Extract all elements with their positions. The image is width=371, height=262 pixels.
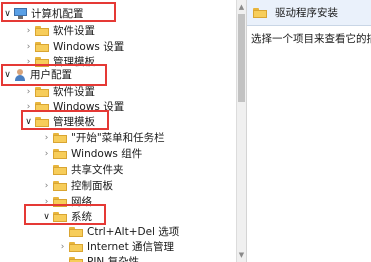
scroll-down-arrow-icon[interactable]: ▼	[237, 250, 246, 260]
folder-icon	[35, 41, 49, 52]
tree-node-label: Windows 设置	[53, 41, 125, 53]
chevron-right-icon[interactable]: ›	[24, 101, 33, 113]
user-icon	[14, 68, 26, 81]
folder-icon	[35, 101, 49, 112]
tree-node-label: "开始"菜单和任务栏	[71, 132, 165, 144]
tree-node-windows-components[interactable]: › Windows 组件	[42, 145, 143, 162]
chevron-right-icon[interactable]: ›	[42, 196, 51, 208]
tree-node-label: 管理模板	[53, 116, 95, 128]
computer-icon	[14, 8, 27, 19]
folder-icon	[53, 148, 67, 159]
tree-node-label: 共享文件夹	[71, 164, 124, 176]
tree-node-label: Internet 通信管理	[87, 241, 175, 253]
tree-pane[interactable]: ∨ 计算机配置 › 软件设置 › Windows 设置 › 管理模板 ∨ 用户配…	[0, 0, 236, 262]
details-pane: 驱动程序安装 选择一个项目来查看它的描述	[246, 0, 371, 262]
chevron-right-icon[interactable]: ›	[42, 132, 51, 144]
folder-icon	[253, 7, 267, 18]
folder-icon	[69, 256, 83, 262]
folder-icon	[69, 241, 83, 252]
folder-icon	[53, 164, 67, 175]
details-description: 选择一个项目来查看它的描述	[251, 33, 371, 45]
details-title: 驱动程序安装	[275, 7, 338, 19]
tree-node-label: 网络	[71, 196, 92, 208]
folder-icon	[35, 25, 49, 36]
tree-node-start-menu-taskbar[interactable]: › "开始"菜单和任务栏	[42, 129, 165, 146]
scroll-up-arrow-icon[interactable]: ▲	[237, 2, 246, 12]
folder-icon	[69, 226, 83, 237]
chevron-right-icon[interactable]: ›	[24, 86, 33, 98]
tree-node-user-config[interactable]: ∨ 用户配置	[3, 66, 72, 83]
folder-icon	[53, 180, 67, 191]
tree-scrollbar[interactable]: ▲ ▼	[236, 0, 246, 262]
folder-icon	[35, 86, 49, 97]
tree-node-label: 用户配置	[30, 69, 72, 81]
tree-node-label: 软件设置	[53, 86, 95, 98]
tree-node-control-panel[interactable]: › 控制面板	[42, 177, 113, 194]
chevron-right-icon[interactable]: ›	[24, 25, 33, 37]
chevron-right-icon[interactable]: ›	[42, 180, 51, 192]
tree-node-label: 控制面板	[71, 180, 113, 192]
chevron-right-icon[interactable]: ›	[58, 241, 67, 253]
folder-icon	[35, 116, 49, 127]
tree-node-computer-software-settings[interactable]: › 软件设置	[24, 22, 95, 39]
folder-icon	[53, 211, 67, 222]
tree-node-pin-complexity[interactable]: › PIN 复杂性	[58, 253, 139, 262]
folder-icon	[53, 196, 67, 207]
tree-node-shared-folders[interactable]: › 共享文件夹	[42, 161, 124, 178]
tree-node-computer-config[interactable]: ∨ 计算机配置	[3, 5, 84, 22]
tree-node-label: 计算机配置	[31, 8, 84, 20]
tree-node-label: 系统	[71, 211, 92, 223]
tree-node-label: 软件设置	[53, 25, 95, 37]
chevron-right-icon[interactable]: ›	[24, 41, 33, 53]
scroll-thumb[interactable]	[238, 14, 245, 102]
tree-node-label: PIN 复杂性	[87, 256, 140, 262]
chevron-down-icon[interactable]: ∨	[3, 69, 12, 81]
tree-node-label: Windows 设置	[53, 101, 125, 113]
tree-node-user-admin-templates[interactable]: ∨ 管理模板	[24, 113, 95, 130]
chevron-down-icon[interactable]: ∨	[42, 211, 51, 223]
folder-icon	[53, 132, 67, 143]
folder-icon	[35, 56, 49, 67]
chevron-down-icon[interactable]: ∨	[3, 8, 12, 20]
chevron-right-icon[interactable]: ›	[42, 148, 51, 160]
details-header: 驱动程序安装	[247, 0, 371, 26]
chevron-down-icon[interactable]: ∨	[24, 116, 33, 128]
tree-node-label: Windows 组件	[71, 148, 143, 160]
tree-node-label: Ctrl+Alt+Del 选项	[87, 226, 180, 238]
